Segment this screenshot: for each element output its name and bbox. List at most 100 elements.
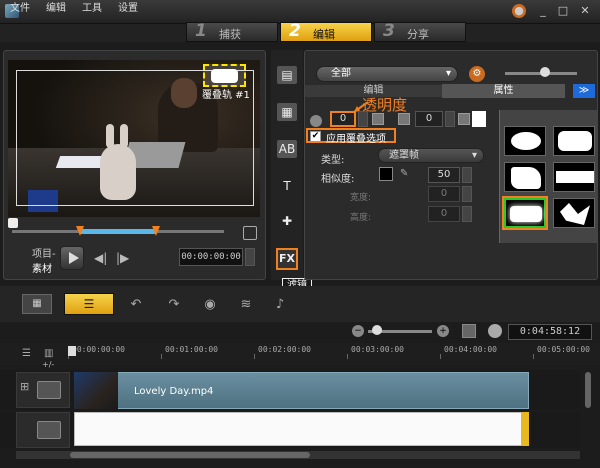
- step-edit-tab[interactable]: 2 编辑: [280, 21, 372, 42]
- tab-attributes[interactable]: 属性: [442, 84, 565, 98]
- storyboard-view-button[interactable]: ▦: [22, 294, 52, 314]
- instant-project-icon[interactable]: ▦: [277, 103, 297, 121]
- clip-mode-label[interactable]: 素材: [32, 260, 52, 275]
- minimize-button[interactable]: _: [536, 4, 550, 18]
- border-slider-button[interactable]: [458, 113, 470, 125]
- step-capture-tab[interactable]: 1 捕获: [186, 21, 278, 42]
- step-label: 捕获: [219, 28, 241, 41]
- menu-edit[interactable]: 编辑: [46, 2, 66, 16]
- close-button[interactable]: ✕: [578, 4, 592, 18]
- ruler-tick-label: 00:03:00:00: [351, 345, 404, 354]
- overlay-object[interactable]: [203, 64, 246, 87]
- chapter-icon[interactable]: ▥: [44, 348, 53, 359]
- timecode-stepper[interactable]: [245, 248, 255, 266]
- add-remove-track[interactable]: +/-: [42, 360, 54, 369]
- step-share-tab[interactable]: 3 分享: [374, 21, 466, 42]
- transparency-slider-button[interactable]: [372, 113, 384, 125]
- record-capture-icon[interactable]: ◉: [200, 296, 220, 314]
- mask-item-torn[interactable]: [504, 162, 546, 192]
- border-input[interactable]: 0: [415, 111, 443, 127]
- overlay-track-icon[interactable]: [37, 421, 61, 439]
- zoom-out-icon[interactable]: −: [352, 325, 364, 337]
- transparency-icon: [310, 115, 322, 127]
- horizontal-scroll-thumb[interactable]: [70, 452, 310, 458]
- transparency-stepper[interactable]: [358, 111, 368, 127]
- help-icon[interactable]: ●: [512, 4, 526, 18]
- zoom-in-icon[interactable]: +: [437, 325, 449, 337]
- ruler-tick-label: 00:04:00:00: [444, 345, 497, 354]
- redo-icon[interactable]: ↷: [164, 296, 184, 314]
- maximize-button[interactable]: □: [556, 4, 570, 18]
- timeline-zoom-knob[interactable]: [372, 325, 382, 335]
- video-track-icon[interactable]: [37, 381, 61, 399]
- gear-icon[interactable]: ⚙: [469, 66, 485, 82]
- video-clip-thumbnail: [74, 372, 118, 409]
- undo-icon[interactable]: ↶: [126, 296, 146, 314]
- border-stepper[interactable]: [445, 111, 455, 127]
- chevron-down-icon: ▾: [471, 150, 477, 161]
- expand-options-icon[interactable]: ≫: [573, 84, 595, 98]
- key-color-swatch[interactable]: [379, 167, 393, 181]
- mark-out-handle[interactable]: [152, 226, 160, 236]
- similarity-stepper[interactable]: [462, 167, 472, 183]
- transparency-input[interactable]: 0: [330, 111, 356, 127]
- timecode-display[interactable]: 00:00:00:00: [179, 248, 243, 266]
- apply-overlay-label[interactable]: 应用覆叠选项: [326, 130, 386, 145]
- overlay-clip-trim-handle[interactable]: [521, 412, 529, 446]
- timeline-ruler[interactable]: 00:00:00:00 00:01:00:00 00:02:00:00 00:03:0…: [68, 345, 600, 359]
- timeline-playhead[interactable]: [68, 346, 76, 356]
- height-label: 高度:: [350, 213, 372, 223]
- project-mode-label[interactable]: 项目-: [32, 245, 56, 260]
- width-input[interactable]: 0: [428, 186, 460, 202]
- overlay-clip[interactable]: [74, 412, 527, 446]
- overlay-track-header: [16, 412, 70, 448]
- mask-item-soft-selected[interactable]: [502, 196, 548, 230]
- timeline-view-button[interactable]: ☰: [64, 293, 114, 315]
- sound-mixer-icon[interactable]: ≋: [236, 296, 256, 314]
- enlarge-preview-icon[interactable]: [243, 226, 257, 240]
- track-toggle-icon[interactable]: ⊞: [20, 380, 29, 393]
- vertical-scrollbar[interactable]: [585, 372, 591, 408]
- transition-icon[interactable]: AB: [277, 140, 297, 158]
- title-icon[interactable]: T: [277, 177, 297, 195]
- mask-item-rounded[interactable]: [553, 126, 595, 156]
- mask-item-ellipse[interactable]: [504, 126, 546, 156]
- ruler-tick: [161, 354, 162, 359]
- track-manager-icon[interactable]: ☰: [22, 348, 31, 359]
- height-input[interactable]: 0: [428, 206, 460, 222]
- filter-fx-button[interactable]: FX: [276, 248, 298, 270]
- next-frame-icon[interactable]: |▶: [116, 251, 129, 265]
- step-label: 编辑: [313, 28, 335, 41]
- play-button[interactable]: [60, 246, 84, 270]
- similarity-input[interactable]: 50: [428, 167, 460, 183]
- mask-item-brush[interactable]: [553, 198, 595, 228]
- thumbnail-size-knob[interactable]: [540, 67, 550, 77]
- menu-settings[interactable]: 设置: [118, 2, 138, 16]
- fit-project-icon[interactable]: [462, 324, 476, 338]
- ruler-tick-label: 00:01:00:00: [165, 345, 218, 354]
- type-select[interactable]: 遮罩帧 ▾: [378, 148, 484, 163]
- apply-overlay-checkbox[interactable]: ✔: [310, 131, 321, 142]
- type-select-value: 遮罩帧: [389, 150, 419, 161]
- auto-music-icon[interactable]: ♪: [270, 296, 290, 314]
- border-color-swatch[interactable]: [472, 111, 486, 127]
- type-label: 类型:: [321, 155, 345, 166]
- graphics-icon[interactable]: ✚: [277, 212, 297, 230]
- scrubber-handle[interactable]: [8, 218, 18, 228]
- width-stepper[interactable]: [462, 186, 472, 202]
- height-stepper[interactable]: [462, 206, 472, 222]
- chevron-down-icon: ▾: [445, 68, 451, 79]
- mark-in-handle[interactable]: [76, 226, 84, 236]
- prev-frame-icon[interactable]: ◀|: [94, 251, 107, 265]
- menu-file[interactable]: 文件: [10, 2, 30, 16]
- mask-shape: [560, 203, 590, 225]
- ruler-tick-label: 00:00:00:00: [72, 345, 125, 354]
- mask-shape: [510, 206, 542, 222]
- menu-tools[interactable]: 工具: [82, 2, 102, 16]
- ruler-tick-label: 00:02:00:00: [258, 345, 311, 354]
- media-icon[interactable]: ▤: [277, 66, 297, 84]
- mask-item-film[interactable]: [553, 162, 595, 192]
- eyedropper-icon[interactable]: ✎: [400, 168, 408, 179]
- gallery-filter-select[interactable]: 全部 ▾: [316, 66, 458, 82]
- ruler-tick-label: 00:05:00:00: [537, 345, 590, 354]
